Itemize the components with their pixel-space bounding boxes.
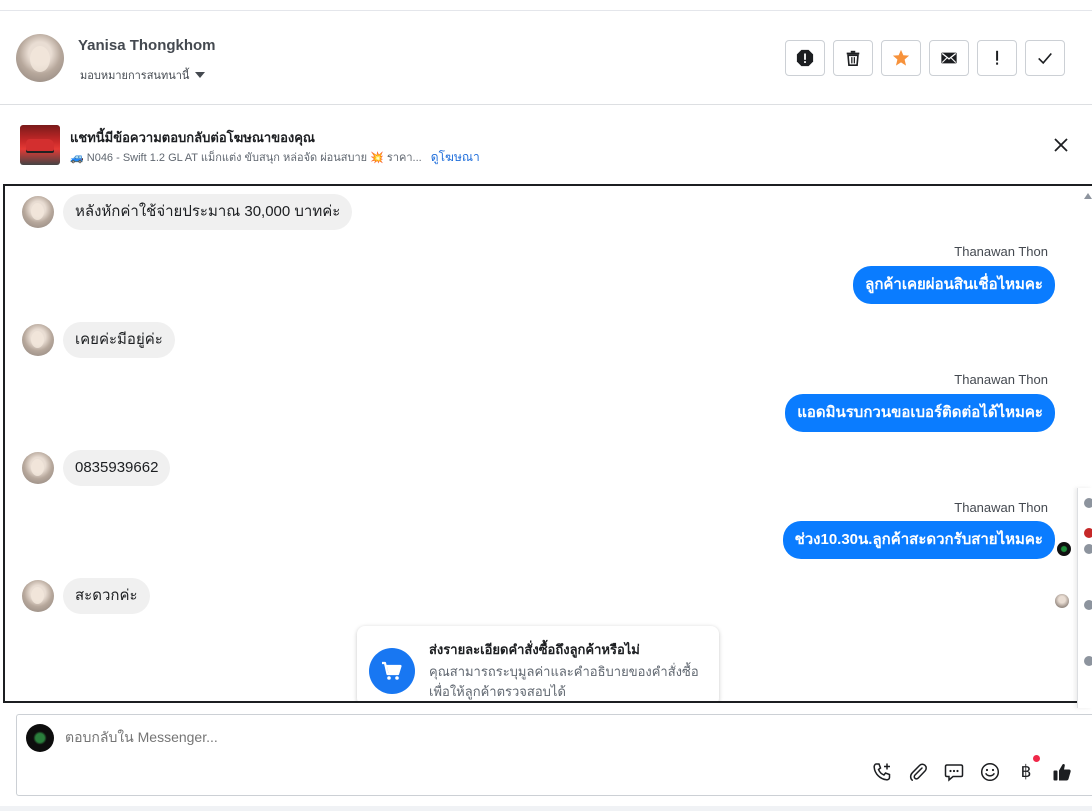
outgoing-message[interactable]: ลูกค้าเคยผ่อนสินเชื่อไหมคะ: [853, 266, 1055, 304]
delete-button[interactable]: [833, 40, 873, 76]
trash-icon: [846, 50, 860, 67]
saved-reply-button[interactable]: [943, 761, 965, 783]
header-actions: [785, 40, 1065, 76]
composer-tools: ฿: [871, 755, 1073, 783]
order-card-description: คุณสามารถระบุมูลค่าและคำอธิบายของคำสั่งซ…: [429, 664, 699, 699]
outgoing-message[interactable]: ช่วง10.30น.ลูกค้าสะดวกรับสายไหมคะ: [782, 521, 1055, 559]
avatar[interactable]: [22, 196, 54, 228]
caret-down-icon: [195, 72, 206, 78]
conversation-header: Yanisa Thongkhom มอบหมายการสนทนานี้: [0, 11, 1092, 105]
mark-done-button[interactable]: [1025, 40, 1065, 76]
baht-icon: ฿: [1020, 762, 1032, 782]
customer-name[interactable]: Yanisa Thongkhom: [78, 37, 216, 54]
phone-plus-icon: [873, 763, 891, 781]
message-row: 0835939662: [22, 450, 171, 486]
star-icon: [892, 49, 910, 66]
ad-thumbnail[interactable]: [20, 125, 60, 165]
paperclip-icon: [909, 763, 927, 781]
ad-banner-title: แชทนี้มีข้อความตอบกลับต่อโฆษณาของคุณ: [70, 130, 315, 145]
message-row: แอดมินรบกวนขอเบอร์ติดต่อได้ไหมคะ: [785, 394, 1055, 432]
thread-avatar[interactable]: [1084, 656, 1092, 666]
sender-name: Thanawan Thon: [954, 244, 1048, 259]
incoming-message[interactable]: หลังหักค่าใช้จ่ายประมาณ 30,000 บาทค่ะ: [63, 194, 353, 230]
message-row: ลูกค้าเคยผ่อนสินเชื่อไหมคะ: [853, 266, 1055, 304]
incoming-message[interactable]: เคยค่ะมีอยู่ค่ะ: [63, 322, 175, 358]
thread-avatar[interactable]: [1084, 600, 1092, 610]
customer-avatar[interactable]: [16, 34, 64, 82]
incoming-message[interactable]: สะดวกค่ะ: [63, 578, 150, 614]
order-card-title: ส่งรายละเอียดคำสั่งซื้อถึงลูกค้าหรือไม่: [429, 642, 640, 657]
saved-reply-icon: [944, 764, 964, 782]
reply-input[interactable]: [65, 729, 865, 745]
assign-dropdown[interactable]: มอบหมายการสนทนานี้: [80, 66, 206, 84]
ad-reply-banner: แชทนี้มีข้อความตอบกลับต่อโฆษณาของคุณ 🚙 N…: [0, 106, 1092, 184]
order-suggestion-card[interactable]: ส่งรายละเอียดคำสั่งซื้อถึงลูกค้าหรือไม่ …: [357, 626, 719, 701]
message-row: หลังหักค่าใช้จ่ายประมาณ 30,000 บาทค่ะ: [22, 194, 353, 230]
message-composer: ฿: [16, 714, 1092, 796]
envelope-icon: [941, 52, 957, 64]
check-icon: [1038, 52, 1052, 65]
side-thread-strip[interactable]: [1077, 488, 1092, 708]
attach-button[interactable]: [907, 761, 929, 783]
message-row: สะดวกค่ะ: [22, 578, 150, 614]
emoji-icon: [980, 762, 1000, 782]
thumbs-up-icon: [1053, 764, 1071, 781]
like-button[interactable]: [1051, 761, 1073, 783]
spam-icon: [796, 49, 814, 67]
thread-avatar[interactable]: [1084, 528, 1092, 538]
avatar[interactable]: [22, 324, 54, 356]
page-avatar: [26, 724, 54, 752]
assign-label: มอบหมายการสนทนานี้: [80, 70, 190, 82]
payment-button[interactable]: ฿: [1015, 755, 1040, 783]
outgoing-message[interactable]: แอดมินรบกวนขอเบอร์ติดต่อได้ไหมคะ: [785, 394, 1055, 432]
sender-name: Thanawan Thon: [954, 372, 1048, 387]
emoji-button[interactable]: [979, 761, 1001, 783]
avatar[interactable]: [22, 580, 54, 612]
ad-banner-subtitle: 🚙 N046 - Swift 1.2 GL AT แม็กแต่ง ขับสนุ…: [70, 148, 480, 167]
star-button[interactable]: [881, 40, 921, 76]
sender-name: Thanawan Thon: [954, 500, 1048, 515]
cart-icon: [369, 648, 415, 694]
customer-read-receipt: [1055, 594, 1069, 608]
avatar[interactable]: [22, 452, 54, 484]
thread-avatar[interactable]: [1084, 544, 1092, 554]
exclamation-icon: [996, 50, 999, 65]
follow-up-button[interactable]: [977, 40, 1017, 76]
close-icon[interactable]: [1052, 136, 1070, 154]
notification-dot: [1033, 755, 1040, 762]
scroll-up-arrow-icon[interactable]: [1084, 193, 1092, 199]
bottom-edge: [0, 806, 1092, 811]
ad-description: 🚙 N046 - Swift 1.2 GL AT แม็กแต่ง ขับสนุ…: [70, 152, 422, 164]
page-read-receipt: [1057, 542, 1071, 556]
message-row: เคยค่ะมีอยู่ค่ะ: [22, 322, 175, 358]
call-button[interactable]: [871, 761, 893, 783]
thread-avatar[interactable]: [1084, 498, 1092, 508]
view-ad-link[interactable]: ดูโฆษณา: [431, 150, 480, 164]
mark-unread-button[interactable]: [929, 40, 969, 76]
mark-spam-button[interactable]: [785, 40, 825, 76]
message-row: ช่วง10.30น.ลูกค้าสะดวกรับสายไหมคะ: [782, 521, 1055, 559]
message-thread[interactable]: หลังหักค่าใช้จ่ายประมาณ 30,000 บาทค่ะ Th…: [3, 184, 1092, 703]
incoming-message[interactable]: 0835939662: [63, 450, 171, 486]
